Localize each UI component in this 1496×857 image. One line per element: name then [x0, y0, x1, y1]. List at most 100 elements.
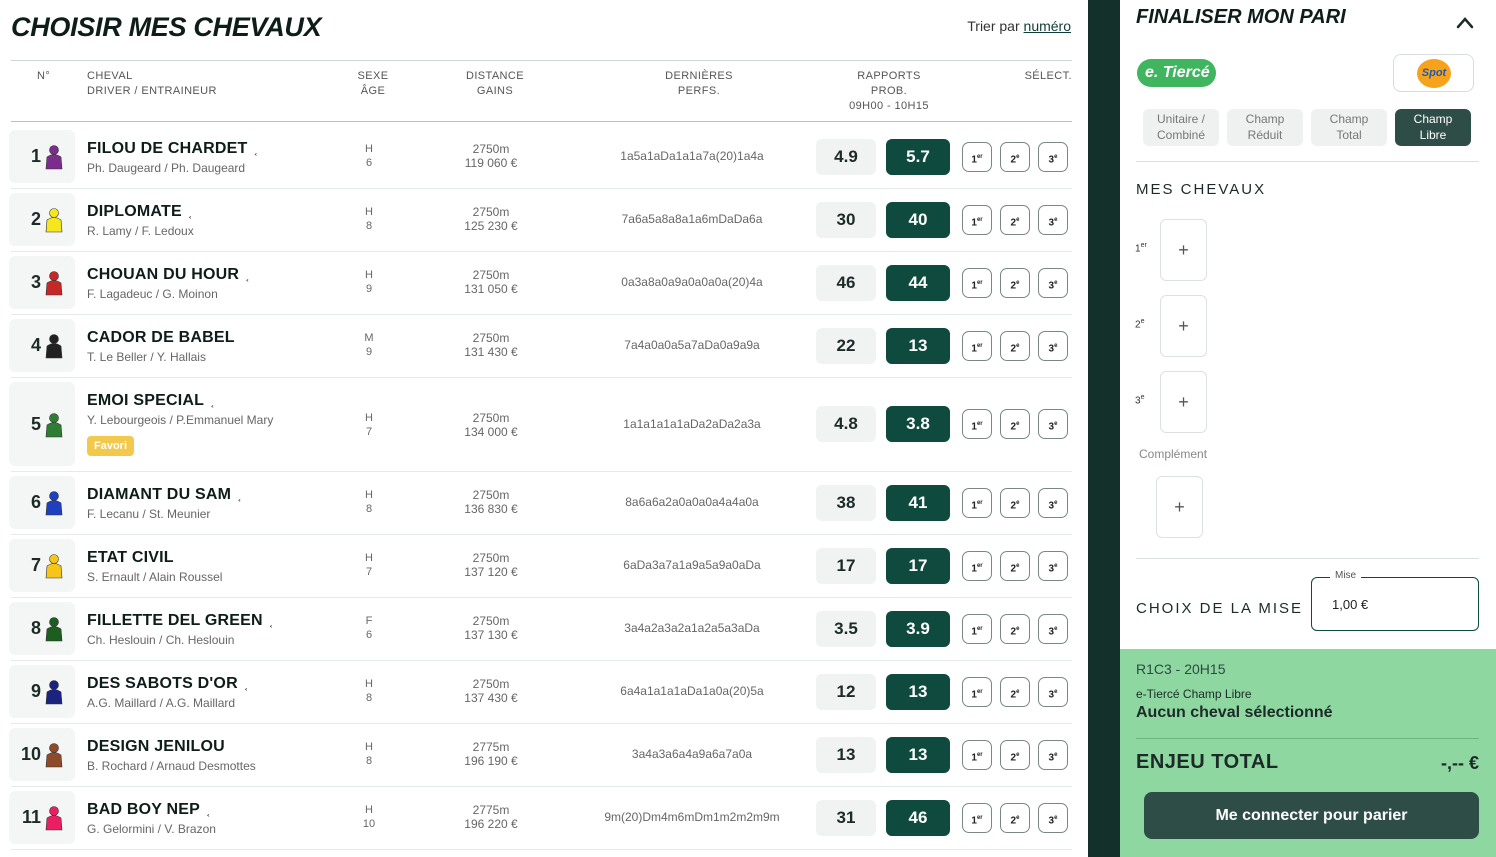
select-2nd-button[interactable]: 2e — [1000, 488, 1030, 518]
col-distance-label: DISTANCE — [465, 70, 524, 82]
select-3rd-button[interactable]: 3e — [1038, 488, 1068, 518]
horse-name[interactable]: CHOUAN DU HOUR ˱ — [87, 266, 250, 284]
horse-name[interactable]: EMOI SPECIAL ˱ — [87, 392, 215, 410]
select-3rd-button[interactable]: 3e — [1038, 409, 1068, 439]
horse-name[interactable]: BAD BOY NEP ˱ — [87, 801, 211, 819]
horse-row[interactable]: 5 EMOI SPECIAL ˱ Y. Lebourgeois / P.Emmanue… — [9, 378, 1072, 472]
select-1st-button[interactable]: 1er — [962, 803, 992, 833]
select-3rd-button[interactable]: 3e — [1038, 268, 1068, 298]
stake-input[interactable] — [1332, 597, 1452, 612]
odds-current: 40 — [886, 202, 950, 238]
horse-name[interactable]: DIAMANT DU SAM ˱ — [87, 486, 242, 504]
select-1st-button[interactable]: 1er — [962, 677, 992, 707]
horse-name[interactable]: ETAT CIVIL — [87, 549, 174, 567]
bet-type-unitaire[interactable]: Unitaire / Combiné — [1143, 109, 1219, 146]
select-1st-button[interactable]: 1er — [962, 205, 992, 235]
select-2nd-button[interactable]: 2e — [1000, 803, 1030, 833]
select-1st-button[interactable]: 1er — [962, 331, 992, 361]
horse-row[interactable]: 11 BAD BOY NEP ˱ G. Gelormini / V. Brazon H 1… — [9, 787, 1072, 850]
horse-row[interactable]: 9 DES SABOTS D'OR ˱ A.G. Maillard / A.G. Ma… — [9, 661, 1072, 724]
select-3rd-button[interactable]: 3e — [1038, 740, 1068, 770]
odds-current: 5.7 — [886, 139, 950, 175]
odds-reference: 46 — [816, 265, 876, 301]
odds-reference: 31 — [816, 800, 876, 836]
select-1st-button[interactable]: 1er — [962, 268, 992, 298]
select-2nd-button[interactable]: 2e — [1000, 205, 1030, 235]
chevron-up-icon[interactable] — [1456, 14, 1474, 32]
horse-distance: 2750m — [472, 142, 510, 156]
select-2nd-button[interactable]: 2e — [1000, 614, 1030, 644]
select-1st-button[interactable]: 1er — [962, 409, 992, 439]
stake-field[interactable]: Mise — [1311, 570, 1479, 631]
horse-name[interactable]: DIPLOMATE ˱ — [87, 203, 192, 221]
sex-age: H8 — [356, 740, 382, 768]
spot-button[interactable]: Spot — [1393, 54, 1474, 92]
select-1st-button[interactable]: 1er — [962, 614, 992, 644]
jockey-silk-icon — [45, 491, 63, 516]
select-1st-button[interactable]: 1er — [962, 142, 992, 172]
bet-type-label: Champ — [1413, 112, 1453, 126]
horse-distance: 2750m — [472, 205, 510, 219]
horse-name[interactable]: CADOR DE BABEL — [87, 329, 235, 347]
select-3rd-button[interactable]: 3e — [1038, 331, 1068, 361]
odds-current: 13 — [886, 674, 950, 710]
bet-type-champ-libre[interactable]: Champ Libre — [1395, 109, 1471, 146]
sex-age: H8 — [356, 488, 382, 516]
total-stake-label: ENJEU TOTAL — [1136, 751, 1279, 773]
select-3rd-button[interactable]: 3e — [1038, 803, 1068, 833]
horse-sex: H — [365, 143, 373, 155]
odds-reference: 12 — [816, 674, 876, 710]
horse-name[interactable]: FILOU DE CHARDET ˱ — [87, 140, 258, 158]
horse-row[interactable]: 4 CADOR DE BABEL T. Le Beller / Y. Hallais… — [9, 315, 1072, 378]
select-2nd-button[interactable]: 2e — [1000, 551, 1030, 581]
unshod-icon: ˱ — [243, 676, 249, 691]
login-to-bet-button[interactable]: Me connecter pour parier — [1144, 792, 1479, 839]
jockey-silk-icon — [45, 145, 63, 170]
place-3-add-button[interactable]: + — [1160, 371, 1207, 433]
horse-name[interactable]: DESIGN JENILOU — [87, 738, 225, 756]
bet-type-champ-reduit[interactable]: Champ Réduit — [1227, 109, 1303, 146]
complement-add-button[interactable]: + — [1156, 476, 1203, 538]
select-2nd-button[interactable]: 2e — [1000, 677, 1030, 707]
horse-name[interactable]: FILLETTE DEL GREEN ˱ — [87, 612, 273, 630]
bet-type-label: Libre — [1419, 128, 1447, 142]
horse-row[interactable]: 8 FILLETTE DEL GREEN ˱ Ch. Heslouin / Ch. H… — [9, 598, 1072, 661]
horse-name[interactable]: DES SABOTS D'OR ˱ — [87, 675, 248, 693]
select-2nd-button[interactable]: 2e — [1000, 331, 1030, 361]
select-2nd-button[interactable]: 2e — [1000, 142, 1030, 172]
race-label: R1C3 - 20H15 — [1136, 661, 1226, 677]
select-1st-button[interactable]: 1er — [962, 488, 992, 518]
horse-row[interactable]: 6 DIAMANT DU SAM ˱ F. Lecanu / St. Meunier H… — [9, 472, 1072, 535]
sex-age: H8 — [356, 205, 382, 233]
place-1-add-button[interactable]: + — [1160, 219, 1207, 281]
horse-row[interactable]: 1 FILOU DE CHARDET ˱ Ph. Daugeard / Ph. Dau… — [9, 126, 1072, 189]
select-3rd-button[interactable]: 3e — [1038, 551, 1068, 581]
horse-sex: H — [365, 552, 373, 564]
select-1st-button[interactable]: 1er — [962, 551, 992, 581]
select-3rd-button[interactable]: 3e — [1038, 142, 1068, 172]
driver-trainer: A.G. Maillard / A.G. Maillard — [87, 696, 236, 710]
distance-gains: 2750m 125 230 € — [443, 205, 539, 233]
odds-current: 46 — [886, 800, 950, 836]
horse-row[interactable]: 10 DESIGN JENILOU B. Rochard / Arnaud Desm… — [9, 724, 1072, 787]
bet-panel: FINALISER MON PARI e. Tiercé Spot Unitai… — [1120, 0, 1496, 857]
horse-number: 7 — [30, 555, 41, 575]
sort-by-number-link[interactable]: numéro — [1024, 18, 1071, 34]
mes-chevaux-heading: MES CHEVAUX — [1136, 181, 1267, 198]
horse-row[interactable]: 3 CHOUAN DU HOUR ˱ F. Lagadeuc / G. Moinon H… — [9, 252, 1072, 315]
select-1st-button[interactable]: 1er — [962, 740, 992, 770]
select-2nd-button[interactable]: 2e — [1000, 268, 1030, 298]
horse-row[interactable]: 7 ETAT CIVIL S. Ernault / Alain Roussel H 7 2… — [9, 535, 1072, 598]
horse-gains: 196 190 € — [464, 754, 518, 768]
horse-row[interactable]: 2 DIPLOMATE ˱ R. Lamy / F. Ledoux H 8 2750m 125… — [9, 189, 1072, 252]
select-3rd-button[interactable]: 3e — [1038, 677, 1068, 707]
horse-distance: 2750m — [472, 677, 510, 691]
select-2nd-button[interactable]: 2e — [1000, 740, 1030, 770]
jockey-silk-icon — [45, 413, 63, 438]
select-3rd-button[interactable]: 3e — [1038, 205, 1068, 235]
bet-type-champ-total[interactable]: Champ Total — [1311, 109, 1387, 146]
select-2nd-button[interactable]: 2e — [1000, 409, 1030, 439]
place-2-add-button[interactable]: + — [1160, 295, 1207, 357]
select-3rd-button[interactable]: 3e — [1038, 614, 1068, 644]
horse-name-text: DESIGN JENILOU — [87, 738, 225, 755]
